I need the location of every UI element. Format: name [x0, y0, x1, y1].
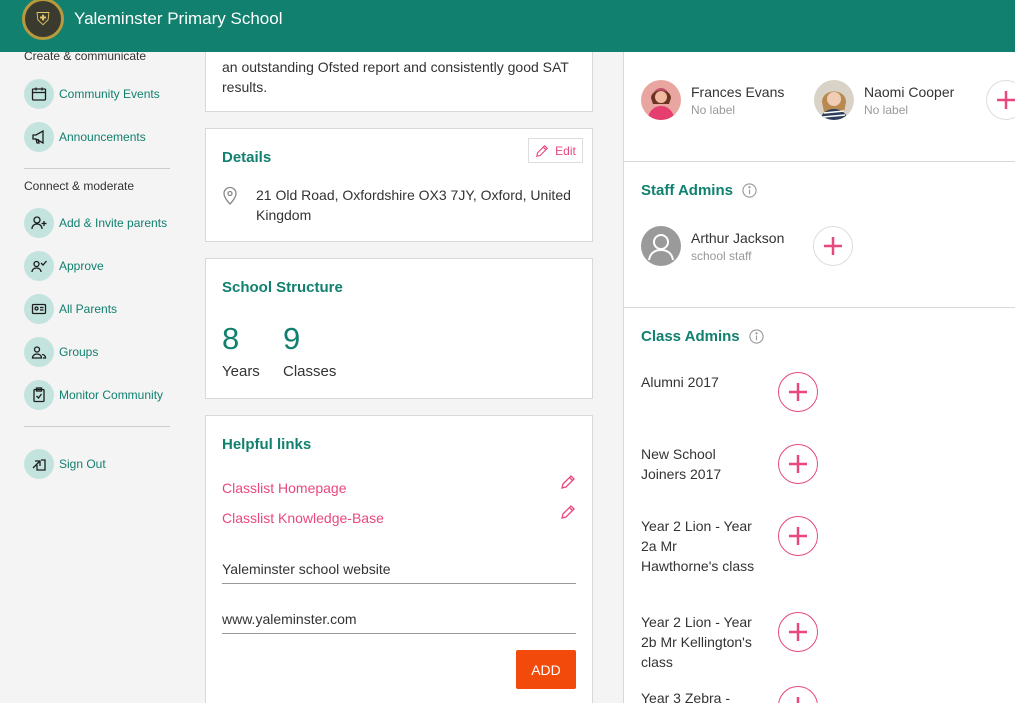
class-name: New School Joiners 2017	[641, 446, 722, 482]
group-icon	[24, 337, 54, 367]
approve-user-icon	[24, 251, 54, 281]
person-name: Naomi Cooper	[864, 83, 955, 100]
nav-label: Sign Out	[59, 457, 106, 471]
classes-label: Classes	[283, 363, 337, 380]
nav-label: Monitor Community	[59, 388, 164, 402]
avatar	[641, 80, 681, 120]
avatar	[814, 80, 854, 120]
staff-admins-section: Staff Admins Arthur Jackson school staff	[624, 162, 1015, 308]
class-admins-title-text: Class Admins	[641, 328, 740, 345]
link-classlist-homepage[interactable]: Classlist Homepage	[222, 480, 347, 496]
nav-label: All Parents	[59, 302, 118, 316]
person-label: No label	[864, 102, 909, 117]
nav-label: Add & Invite parents	[59, 216, 168, 230]
school-name-heading: Yaleminster Primary School	[74, 9, 283, 28]
right-panel: Frances Evans No label Naomi Cooper No l…	[623, 52, 1015, 703]
nav-groups[interactable]: Groups	[24, 337, 98, 367]
years-label: Years	[222, 363, 260, 380]
pencil-icon[interactable]	[560, 474, 576, 490]
school-structure-card: School Structure 8 Years 9 Classes	[205, 258, 593, 399]
school-structure-title: School Structure	[222, 279, 343, 296]
info-icon[interactable]	[742, 183, 757, 198]
sidebar-divider	[24, 426, 170, 427]
person-name: Arthur Jackson	[691, 229, 785, 246]
edit-label: Edit	[555, 143, 576, 158]
pencil-icon[interactable]	[560, 504, 576, 520]
nav-label: Groups	[59, 345, 99, 359]
nav-monitor-community[interactable]: Monitor Community	[24, 380, 163, 410]
plus-icon	[796, 697, 800, 703]
sign-out-icon	[24, 449, 54, 479]
add-staff-admin-button[interactable]	[813, 226, 853, 266]
years-count: 8	[222, 321, 240, 356]
nav-community-events[interactable]: Community Events	[24, 79, 160, 109]
class-admins-section: Class Admins Alumni 2017 New School Join…	[624, 308, 1015, 703]
plus-icon	[824, 237, 842, 255]
staff-admin-person[interactable]: Arthur Jackson school staff	[641, 226, 784, 266]
plus-icon	[997, 91, 1015, 109]
link-name-input[interactable]	[222, 554, 576, 584]
class-name: Year 2 Lion - Year 2b Mr Kellington's cl…	[641, 614, 752, 670]
info-icon[interactable]	[749, 329, 764, 344]
admins-section: Frances Evans No label Naomi Cooper No l…	[624, 52, 1015, 162]
sidebar: Create & communicate Community Events An…	[0, 49, 190, 703]
add-class-admin-button[interactable]	[778, 686, 818, 703]
staff-admins-title: Staff Admins	[641, 182, 757, 199]
pencil-icon	[536, 144, 549, 157]
plus-icon	[789, 455, 807, 473]
person-label: No label	[691, 102, 736, 117]
link-classlist-knowledge-base[interactable]: Classlist Knowledge-Base	[222, 510, 384, 526]
link-url-input[interactable]	[222, 604, 576, 634]
plus-icon	[789, 527, 807, 545]
section-label-connect: Connect & moderate	[24, 179, 135, 193]
details-card: Details Edit 21 Old Road, Oxfordshire OX…	[205, 128, 593, 242]
school-logo-crest[interactable]: ⛨	[22, 0, 64, 40]
sidebar-divider	[24, 168, 170, 169]
add-class-admin-button[interactable]	[778, 444, 818, 484]
add-admin-button[interactable]	[986, 80, 1015, 120]
nav-label: Community Events	[59, 87, 160, 101]
class-admins-title: Class Admins	[641, 328, 764, 345]
default-avatar-icon	[641, 226, 681, 266]
edit-button[interactable]: Edit	[528, 138, 583, 163]
id-card-icon	[24, 294, 54, 324]
clipboard-icon	[24, 380, 54, 410]
intro-text: an outstanding Ofsted report and consist…	[222, 59, 569, 95]
add-class-admin-button[interactable]	[778, 612, 818, 652]
classes-count: 9	[283, 321, 301, 356]
add-button[interactable]: ADD	[516, 650, 576, 689]
class-name: Year 3 Zebra -	[641, 690, 730, 703]
helpful-links-title: Helpful links	[222, 436, 312, 453]
person-name: Frances Evans	[691, 83, 785, 100]
person-label: school staff	[691, 248, 752, 263]
class-name: Alumni 2017	[641, 374, 719, 390]
nav-all-parents[interactable]: All Parents	[24, 294, 117, 324]
calendar-icon	[24, 79, 54, 109]
nav-add-invite-parents[interactable]: Add & Invite parents	[24, 208, 167, 238]
nav-approve[interactable]: Approve	[24, 251, 104, 281]
megaphone-icon	[24, 122, 54, 152]
nav-label: Approve	[59, 259, 104, 273]
add-class-admin-button[interactable]	[778, 372, 818, 412]
class-name: Year 2 Lion - Year 2a Mr Hawthorne's cla…	[641, 518, 755, 574]
admin-person[interactable]: Frances Evans No label	[641, 80, 784, 120]
staff-admins-title-text: Staff Admins	[641, 182, 733, 199]
add-class-admin-button[interactable]	[778, 516, 818, 556]
nav-sign-out[interactable]: Sign Out	[24, 449, 106, 479]
helpful-links-card: Helpful links Classlist Homepage Classli…	[205, 415, 593, 703]
address-text: 21 Old Road, Oxfordshire OX3 7JY, Oxford…	[256, 187, 571, 223]
top-bar-background: ⛨ Yaleminster Primary School	[0, 0, 1015, 52]
plus-icon	[789, 623, 807, 641]
add-user-icon	[24, 208, 54, 238]
details-title: Details	[222, 149, 272, 166]
nav-announcements[interactable]: Announcements	[24, 122, 146, 152]
nav-label: Announcements	[59, 130, 146, 144]
admin-person[interactable]: Naomi Cooper No label	[814, 80, 954, 120]
plus-icon	[789, 383, 807, 401]
location-pin-icon	[223, 187, 237, 205]
